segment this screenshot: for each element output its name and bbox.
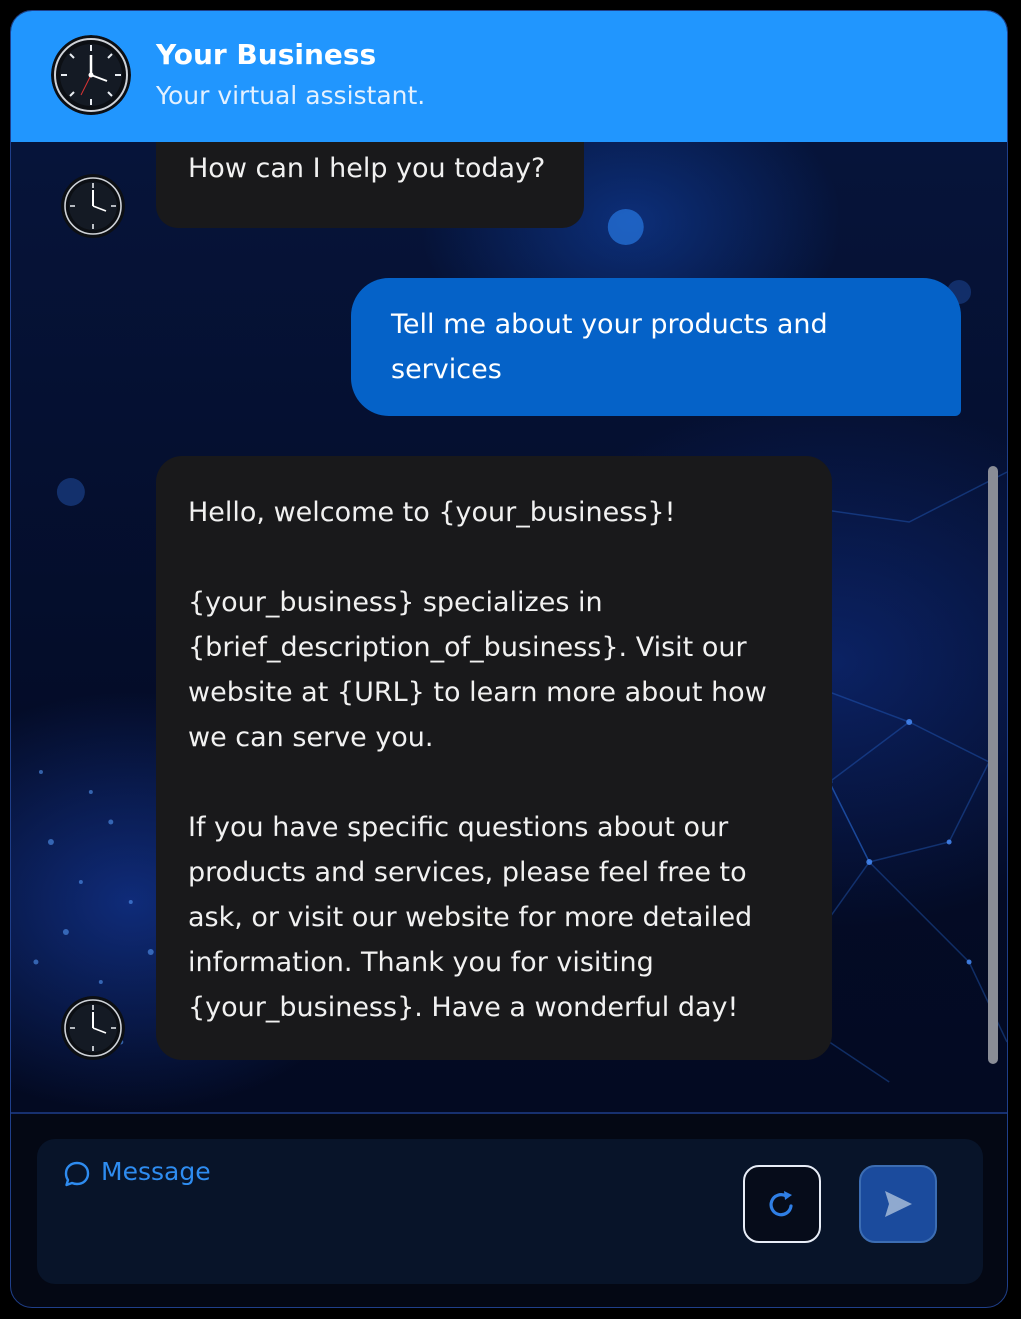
message-paragraph: {your_business} specializes in {brief_de… xyxy=(188,587,776,753)
chat-scrollbar[interactable] xyxy=(988,466,998,1064)
chat-header: Your Business Your virtual assistant. xyxy=(11,11,1007,142)
message-paragraph: Hello, welcome to {your_business}! xyxy=(188,497,676,528)
message-text: How can I help you today? xyxy=(188,153,546,184)
message-paragraph: If you have specific questions about our… xyxy=(188,812,761,1023)
watch-face-avatar-icon xyxy=(51,35,131,115)
send-button[interactable] xyxy=(859,1165,937,1243)
refresh-button[interactable] xyxy=(743,1165,821,1243)
bot-avatar-icon xyxy=(61,174,125,238)
user-message: Tell me about your products and services xyxy=(351,278,961,416)
business-name: Your Business xyxy=(156,38,377,71)
composer-divider xyxy=(11,1112,1007,1114)
refresh-icon xyxy=(769,1191,793,1217)
chat-area[interactable]: How can I help you today? Tell me about … xyxy=(11,142,1007,1112)
message-text: Tell me about your products and services xyxy=(391,309,837,385)
chat-widget: Your Business Your virtual assistant. Ho… xyxy=(10,10,1008,1308)
bot-message: Hello, welcome to {your_business}! {your… xyxy=(156,456,832,1060)
send-icon xyxy=(885,1191,912,1217)
assistant-subtitle: Your virtual assistant. xyxy=(156,81,426,110)
message-composer[interactable]: Message xyxy=(37,1139,983,1284)
bot-message: How can I help you today? xyxy=(156,142,584,228)
message-input[interactable]: Message xyxy=(101,1157,211,1186)
bot-avatar-icon xyxy=(61,996,125,1060)
chat-bubble-icon xyxy=(64,1161,90,1187)
